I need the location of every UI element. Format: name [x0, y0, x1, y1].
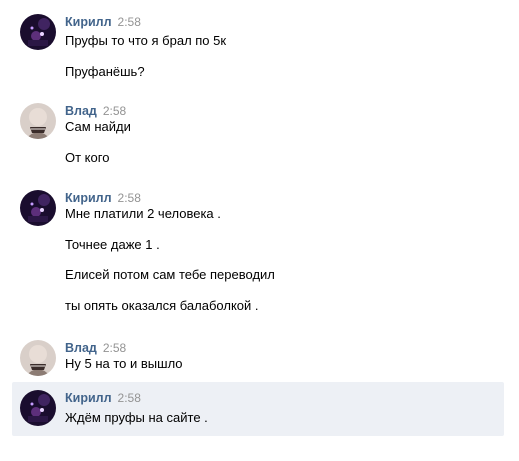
message-group[interactable]: Кирилл 2:58 Ждём пруфы на сайте . — [12, 382, 504, 436]
message-header: Влад 2:58 — [65, 339, 126, 355]
author-name[interactable]: Влад — [65, 341, 97, 355]
message-text: Сам найди — [65, 119, 131, 134]
kirill-avatar[interactable] — [20, 190, 56, 226]
message-text: Точнее даже 1 . — [65, 237, 160, 252]
vlad-avatar[interactable] — [20, 103, 56, 139]
message-time[interactable]: 2:58 — [103, 341, 126, 355]
kirill-avatar[interactable] — [20, 14, 56, 50]
message-header: Кирилл 2:58 — [65, 13, 141, 29]
message-text: Мне платили 2 человека . — [65, 206, 221, 221]
message-time[interactable]: 2:58 — [118, 15, 141, 29]
message-header: Кирилл 2:58 — [65, 389, 141, 405]
chat-history: Кирилл 2:58 Пруфы то что я брал по 5к Пру… — [0, 0, 519, 461]
message-time[interactable]: 2:58 — [118, 191, 141, 205]
message-header: Кирилл 2:58 — [65, 189, 141, 205]
message-text: Ну 5 на то и вышло — [65, 356, 183, 371]
message-group[interactable]: Кирилл 2:58 Пруфы то что я брал по 5к Пру… — [12, 6, 504, 88]
message-time[interactable]: 2:58 — [118, 391, 141, 405]
author-name[interactable]: Кирилл — [65, 391, 112, 405]
message-text: Ждём пруфы на сайте . — [65, 410, 208, 425]
message-text: Елисей потом сам тебе переводил — [65, 267, 275, 282]
message-header: Влад 2:58 — [65, 102, 126, 118]
author-name[interactable]: Кирилл — [65, 191, 112, 205]
message-text: Пруфанёшь? — [65, 64, 145, 79]
message-group[interactable]: Влад 2:58 Сам найди От кого — [12, 95, 504, 173]
message-text: ты опять оказался балаболкой . — [65, 298, 259, 313]
message-group[interactable]: Кирилл 2:58 Мне платили 2 человека . Точн… — [12, 182, 504, 322]
message-text: От кого — [65, 150, 110, 165]
author-name[interactable]: Кирилл — [65, 15, 112, 29]
vlad-avatar[interactable] — [20, 340, 56, 376]
author-name[interactable]: Влад — [65, 104, 97, 118]
message-group[interactable]: Влад 2:58 Ну 5 на то и вышло — [12, 332, 504, 378]
message-time[interactable]: 2:58 — [103, 104, 126, 118]
kirill-avatar[interactable] — [20, 390, 56, 426]
message-text: Пруфы то что я брал по 5к — [65, 33, 227, 48]
